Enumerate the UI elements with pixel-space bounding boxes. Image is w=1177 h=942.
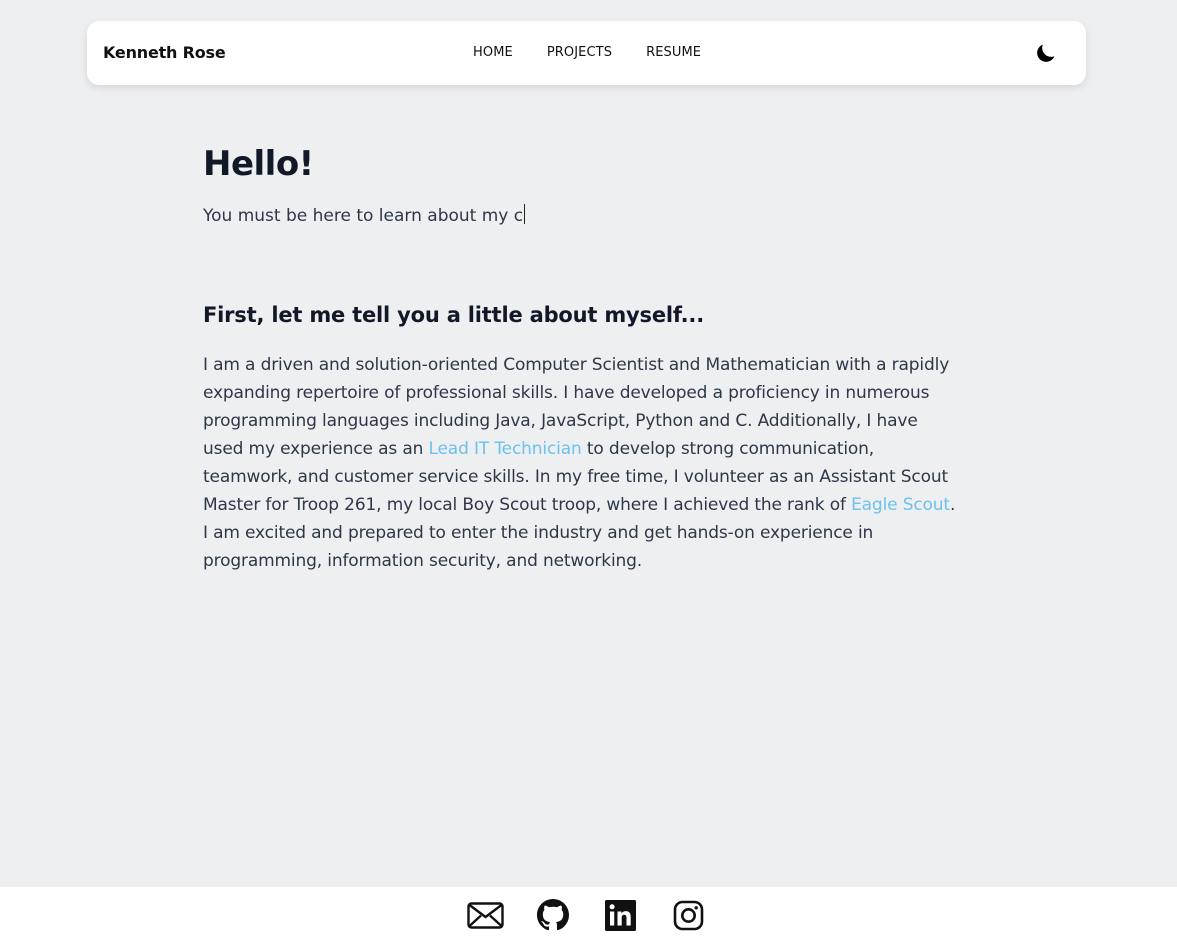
github-icon [537, 899, 569, 931]
typed-intro-text: You must be here to learn about my c [203, 206, 524, 226]
nav-links: HOME PROJECTS RESUME [473, 45, 701, 60]
typed-intro: You must be here to learn about my c [203, 204, 963, 228]
nav-projects-link[interactable]: PROJECTS [547, 45, 612, 60]
nav-home-link[interactable]: HOME [473, 45, 513, 60]
typing-cursor [524, 204, 526, 224]
instagram-link[interactable] [669, 899, 707, 931]
moon-icon [1037, 44, 1055, 62]
linkedin-link[interactable] [601, 899, 639, 931]
instagram-icon [673, 900, 703, 930]
eagle-scout-link[interactable]: Eagle Scout [851, 495, 950, 515]
lead-it-technician-link[interactable]: Lead IT Technician [428, 439, 581, 459]
main-content: Hello! You must be here to learn about m… [203, 140, 963, 571]
theme-toggle-button[interactable] [1031, 38, 1061, 68]
github-link[interactable] [534, 899, 572, 931]
email-link[interactable] [466, 899, 504, 931]
about-heading: First, let me tell you a little about my… [203, 303, 704, 327]
nav-resume-link[interactable]: RESUME [646, 45, 701, 60]
envelope-icon [466, 901, 504, 929]
footer [0, 887, 1177, 942]
linkedin-icon [604, 899, 636, 931]
about-paragraph: I am a driven and solution-oriented Comp… [203, 351, 958, 575]
page-title: Hello! [203, 144, 314, 184]
navbar: Kenneth Rose HOME PROJECTS RESUME [87, 21, 1086, 85]
brand-link[interactable]: Kenneth Rose [103, 43, 226, 62]
